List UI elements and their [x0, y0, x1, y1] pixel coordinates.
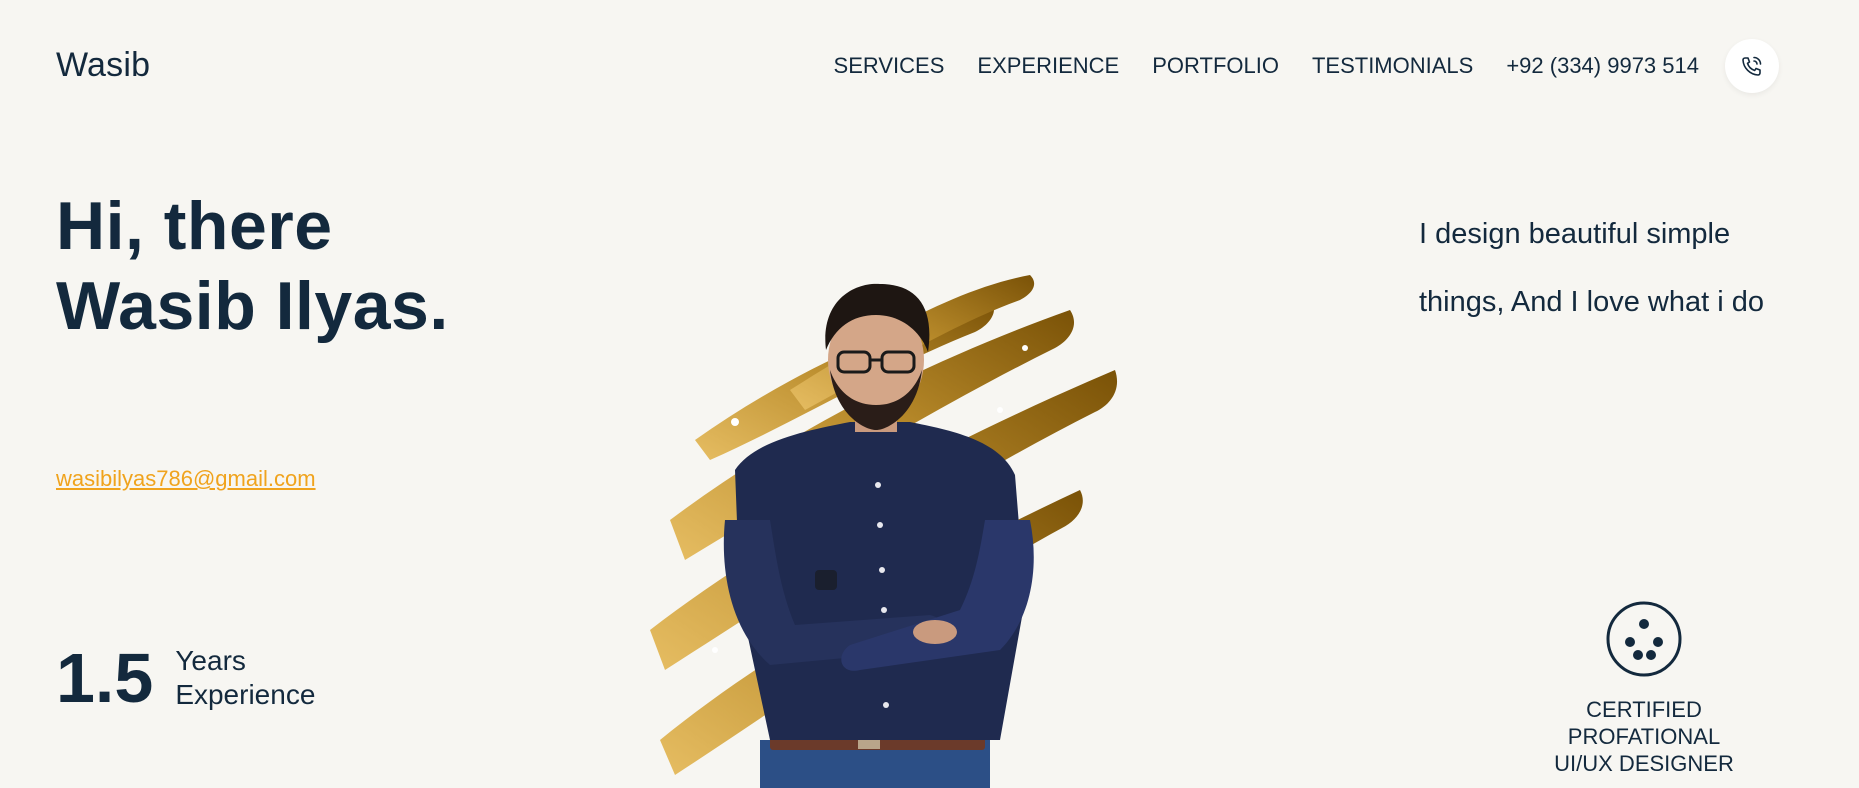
- hero-name: Wasib Ilyas.: [56, 268, 449, 344]
- certification-label-line2: UI/UX DESIGNER: [1554, 751, 1734, 776]
- experience-label: Years Experience: [175, 644, 315, 712]
- main-nav: SERVICES EXPERIENCE PORTFOLIO TESTIMONIA…: [834, 38, 1779, 94]
- email-link[interactable]: wasibilyas786@gmail.com: [56, 466, 316, 492]
- certificate-icon: [1606, 601, 1682, 677]
- tagline: I design beautiful simple things, And I …: [1419, 200, 1779, 336]
- certification-label-line1: CERTIFIED PROFATIONAL: [1567, 697, 1721, 749]
- hero-heading: Hi, there Wasib Ilyas.: [56, 186, 449, 346]
- portrait-image: [650, 275, 1118, 788]
- nav-services[interactable]: SERVICES: [834, 53, 945, 79]
- phone-icon: [1742, 56, 1762, 76]
- nav-experience[interactable]: EXPERIENCE: [977, 53, 1119, 79]
- nav-phone-number[interactable]: +92 (334) 9973 514: [1506, 53, 1699, 79]
- site-logo[interactable]: Wasib: [56, 46, 150, 85]
- call-button[interactable]: [1725, 39, 1779, 93]
- certification-badge: CERTIFIED PROFATIONAL UI/UX DESIGNER: [1509, 600, 1779, 777]
- tagline-line2: things, And I love what i do: [1419, 286, 1764, 318]
- experience-value: 1.5: [56, 639, 154, 717]
- portfolio-page: Wasib SERVICES EXPERIENCE PORTFOLIO TEST…: [0, 0, 1859, 788]
- tagline-line1: I design beautiful simple: [1419, 218, 1731, 250]
- hero-greeting: Hi, there: [56, 188, 333, 264]
- experience-label-line1: Years: [175, 645, 246, 676]
- nav-portfolio[interactable]: PORTFOLIO: [1152, 53, 1279, 79]
- nav-testimonials[interactable]: TESTIMONIALS: [1312, 53, 1473, 79]
- experience-stat: 1.5 Years Experience: [56, 640, 315, 716]
- certification-label: CERTIFIED PROFATIONAL UI/UX DESIGNER: [1509, 696, 1779, 777]
- experience-label-line2: Experience: [175, 679, 316, 710]
